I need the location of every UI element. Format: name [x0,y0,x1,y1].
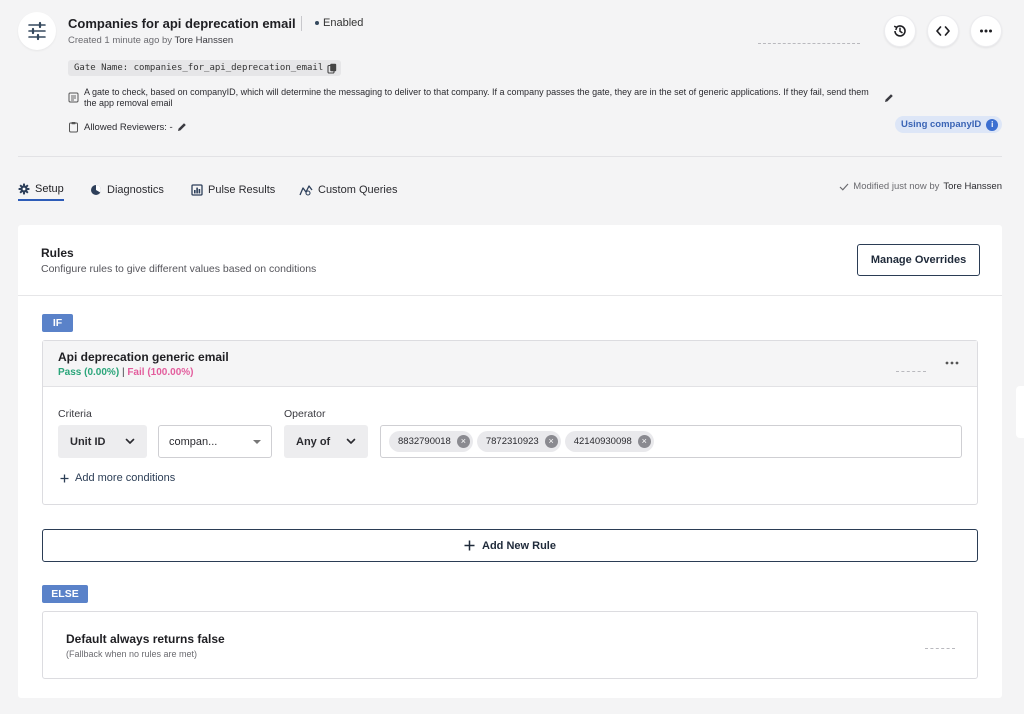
created-info: Created 1 minute ago by Tore Hanssen [68,35,233,46]
history-icon [893,25,906,37]
value-chip-text: 7872310923 [485,436,539,447]
operator-label: Operator [284,408,326,420]
bar-chart-icon [191,184,203,196]
tab-custom-queries-label: Custom Queries [318,184,398,196]
sliders-icon [28,21,46,41]
description-icon [68,92,79,103]
criteria-select[interactable]: Unit ID [58,425,147,458]
copy-icon[interactable] [327,63,337,74]
plus-icon [60,474,69,482]
operator-value: Any of [296,435,331,448]
edit-reviewers-pencil-icon[interactable] [176,121,188,133]
value-chip: 8832790018 × [389,431,473,452]
add-more-conditions-link[interactable]: Add more conditions [60,472,175,484]
modified-by: Tore Hanssen [943,181,1002,192]
info-icon[interactable]: i [986,118,999,131]
rule-stats: Pass (0.00%) | Fail (100.00%) [58,367,193,378]
default-placeholder-line [925,648,955,649]
rule-name: Api deprecation generic email [58,350,229,364]
id-type-badge: Using companyID i [895,116,1003,133]
checkmark-icon [839,183,849,191]
rules-title: Rules [41,246,74,260]
status-dot-icon [315,21,319,25]
status-badge: Enabled [323,17,364,29]
more-options-button[interactable] [970,15,1002,47]
rule-header [43,341,977,387]
gear-icon [18,183,30,195]
modified-prefix: Modified just now by [853,181,940,192]
manage-overrides-button[interactable]: Manage Overrides [857,244,980,276]
allowed-reviewers: Allowed Reviewers: - [84,122,173,133]
unit-type-select[interactable]: compan... [158,425,272,458]
tab-pulse-results-label: Pulse Results [208,184,276,196]
rule-fail-rate: Fail (100.00%) [127,367,194,378]
default-rule-subtitle: (Fallback when no rules are met) [66,649,198,659]
tab-custom-queries[interactable]: Custom Queries [299,179,397,201]
if-badge: IF [42,314,73,332]
edit-description-pencil-icon[interactable] [883,92,895,104]
chevron-down-icon [346,438,356,444]
else-badge: ELSE [42,585,88,603]
criteria-value: Unit ID [70,435,106,448]
chevron-down-icon [125,438,135,444]
title-divider [301,16,302,31]
value-chip: 42140930098 × [564,431,654,452]
rule-stats-separator: | [121,367,125,378]
gate-name-text: Gate Name: companies_for_api_deprecation… [74,63,324,73]
rule-placeholder-line [896,371,926,372]
value-chip: 7872310923 × [476,431,561,452]
value-chip-text: 42140930098 [573,436,632,447]
tab-setup[interactable]: Setup [18,179,64,201]
clipboard-icon [69,122,78,133]
rules-subtitle: Configure rules to give different values… [41,263,317,275]
caret-down-icon [253,439,261,444]
rules-divider [18,295,1002,296]
rule-pass-rate: Pass (0.00%) [58,367,120,378]
criteria-label: Criteria [58,408,92,420]
unit-type-value: compan... [169,435,218,448]
created-prefix: Created 1 minute ago by [68,35,175,46]
gate-name-label: Gate Name: companies_for_api_deprecation… [68,60,342,76]
gate-description: A gate to check, based on companyID, whi… [84,87,869,108]
add-new-rule-text: Add New Rule [482,539,556,552]
values-input[interactable]: 8832790018 × 7872310923 × 42140930098 × [380,425,962,458]
header-divider [18,156,1002,157]
add-more-conditions-text: Add more conditions [75,472,176,484]
created-by: Tore Hanssen [174,35,234,46]
gate-icon [18,12,56,50]
remove-chip-icon[interactable]: × [544,435,558,448]
add-new-rule-button[interactable]: Add New Rule [42,529,978,562]
tab-diagnostics-label: Diagnostics [107,184,164,196]
operator-select[interactable]: Any of [284,425,368,458]
query-icon [299,185,313,196]
value-chip-text: 8832790018 [398,436,451,447]
tab-diagnostics[interactable]: Diagnostics [90,179,164,201]
plus-icon [464,540,475,551]
remove-chip-icon[interactable]: × [637,435,651,448]
remove-chip-icon[interactable]: × [456,435,470,448]
id-type-text: Using companyID [901,119,982,130]
default-rule-title: Default always returns false [66,632,225,646]
code-button[interactable] [927,15,959,47]
tab-pulse-results[interactable]: Pulse Results [191,179,275,201]
more-icon [980,29,992,33]
header-placeholder-line [758,43,860,44]
history-button[interactable] [884,15,916,47]
tab-setup-label: Setup [35,183,64,195]
gate-title: Companies for api deprecation email [68,16,296,31]
modified-info: Modified just now by Tore Hanssen [839,181,1002,192]
rule-more-icon[interactable] [944,357,960,369]
code-icon [936,26,950,36]
side-panel-handle[interactable] [1016,386,1024,438]
diagnostics-icon [91,185,101,195]
